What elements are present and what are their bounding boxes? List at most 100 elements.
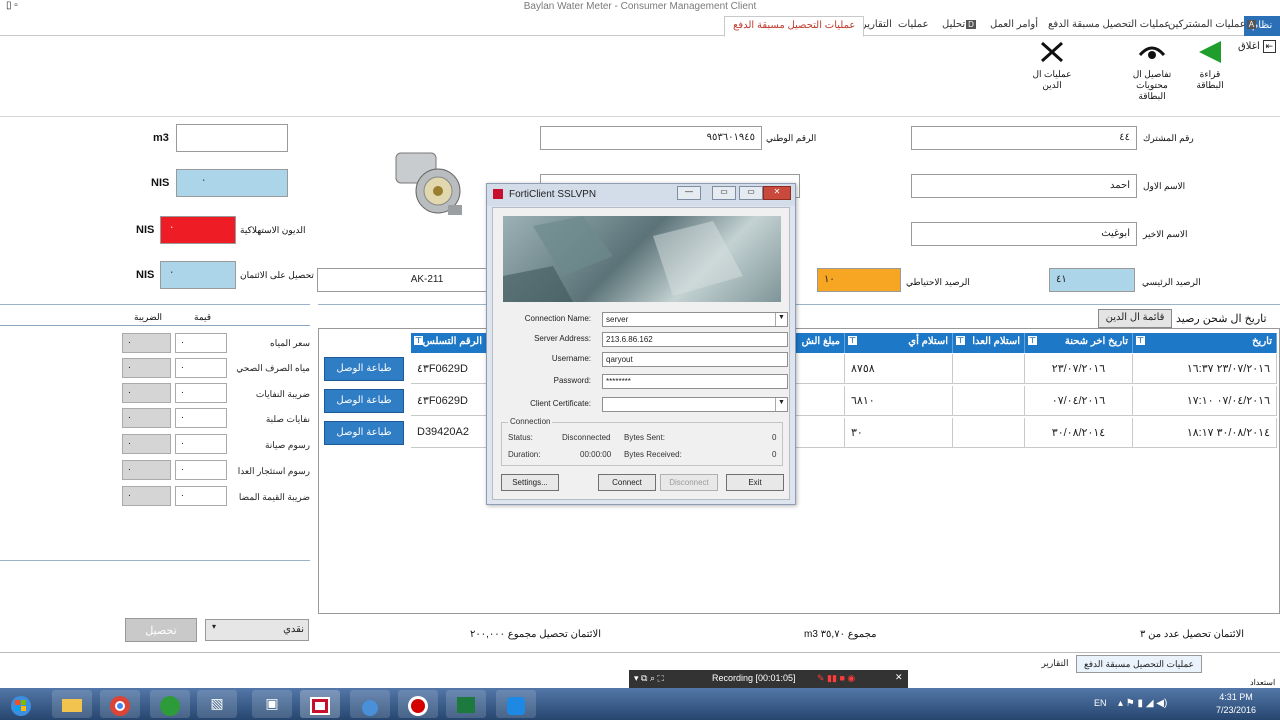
- column-header-serial[interactable]: ⊤ الرقم التسلس: [411, 333, 487, 353]
- tab-work-orders[interactable]: أوامر العمل: [990, 19, 1038, 30]
- disconnect-button[interactable]: Disconnect: [660, 474, 718, 491]
- tab-prepaid-collection-active[interactable]: عمليات التحصيل مسبقة الدفع: [724, 16, 865, 37]
- divider: [0, 652, 1280, 653]
- record-app-icon[interactable]: [398, 690, 438, 718]
- media-icon[interactable]: [150, 690, 190, 718]
- connection-name-select[interactable]: server ▼: [602, 312, 788, 327]
- payment-method-select[interactable]: ▾ نقدي: [205, 619, 309, 641]
- chevron-down-icon: ▾: [212, 622, 217, 631]
- nis-balance-field: ٠: [176, 169, 288, 197]
- print-receipt-button[interactable]: طباعة الوصل: [324, 389, 404, 413]
- close-icon[interactable]: ✕: [895, 672, 903, 683]
- server-address-input[interactable]: 213.6.86.162: [602, 332, 788, 347]
- print-receipt-button[interactable]: طباعة الوصل: [324, 421, 404, 445]
- language-indicator[interactable]: EN: [1094, 698, 1107, 708]
- filter-icon[interactable]: ⊤: [848, 336, 857, 345]
- subscriber-no-field[interactable]: ٤٤: [911, 126, 1137, 150]
- charge-value-maintenance[interactable]: ٠: [175, 434, 227, 454]
- cell-date: ٣٠/٠٨/٢٠١٤ ١٨:١٧: [1133, 418, 1277, 448]
- bottom-tab-reports[interactable]: التقارير: [1034, 655, 1076, 673]
- connect-button[interactable]: Connect: [598, 474, 656, 491]
- close-icon[interactable]: ✕: [763, 186, 791, 200]
- filter-icon[interactable]: ⊤: [1028, 336, 1037, 345]
- bottom-tab-prepaid[interactable]: عمليات التحصيل مسبقة الدفع: [1076, 655, 1202, 673]
- card-details-button[interactable]: تفاصيل ال محتويات البطاقة: [1122, 39, 1182, 102]
- settings-button[interactable]: Settings...: [501, 474, 559, 491]
- chevron-down-icon: ▼: [775, 313, 787, 326]
- minimize-button[interactable]: —: [677, 186, 701, 200]
- filter-icon[interactable]: ⊤: [414, 336, 423, 345]
- status-text: استعداد: [1250, 678, 1276, 687]
- duration-label: Duration:: [508, 450, 541, 459]
- start-button-icon[interactable]: [2, 690, 40, 718]
- first-name-field[interactable]: احمد: [911, 174, 1137, 198]
- consumption-debt-field: ٠: [160, 216, 236, 244]
- charges-header-value: قيمة: [194, 312, 212, 322]
- charge-label-maintenance: رسوم صيانة: [264, 440, 310, 450]
- excel-icon[interactable]: [446, 690, 486, 718]
- chrome-icon[interactable]: [100, 690, 140, 718]
- history-title: تاريخ ال شحن رصيد: [1176, 313, 1267, 325]
- tab-analysis[interactable]: تحليل D: [942, 19, 977, 30]
- filter-icon[interactable]: ⊤: [1136, 336, 1145, 345]
- clock-date[interactable]: 7/23/2016: [1212, 705, 1260, 715]
- debt-list-button[interactable]: قائمة ال الدين: [1098, 309, 1172, 328]
- charge-tax-water[interactable]: ٠: [122, 333, 171, 353]
- charge-value-meter-rent[interactable]: ٠: [175, 460, 227, 480]
- connection-name-value: server: [606, 315, 629, 324]
- unit-m3: m3: [153, 132, 169, 144]
- column-header-date[interactable]: ⊤ تاريخ: [1133, 333, 1277, 353]
- collect-button[interactable]: تحصيل: [125, 618, 197, 642]
- cell-amount: [789, 354, 845, 384]
- tab-subscriber-ops[interactable]: عمليات المشتركين A: [1168, 19, 1257, 30]
- charge-tax-sewage[interactable]: ٠: [122, 358, 171, 378]
- maximize-button[interactable]: ▭: [739, 186, 763, 200]
- app-icon[interactable]: ▧: [197, 690, 237, 718]
- charge-tax-maintenance[interactable]: ٠: [122, 434, 171, 454]
- charge-value-vat[interactable]: ٠: [175, 486, 227, 506]
- username-input[interactable]: qaryout: [602, 352, 788, 367]
- column-header-receipt[interactable]: ⊤ استلام أي: [845, 333, 953, 353]
- column-header-amount[interactable]: مبلغ الش: [789, 333, 845, 353]
- charge-tax-solid-waste[interactable]: ٠: [122, 408, 171, 428]
- charge-tax-waste-tax[interactable]: ٠: [122, 383, 171, 403]
- forticlient-taskbar-icon[interactable]: [300, 690, 340, 718]
- m3-field[interactable]: [176, 124, 288, 152]
- teamviewer-icon[interactable]: [496, 690, 536, 718]
- charge-value-waste-tax[interactable]: ٠: [175, 383, 227, 403]
- debt-ops-button[interactable]: عمليات ال الدين: [1024, 39, 1080, 91]
- exit-button[interactable]: Exit: [726, 474, 784, 491]
- file-explorer-icon[interactable]: [52, 690, 92, 718]
- column-header-meter-receipt[interactable]: ⊤ استلام العدا: [953, 333, 1025, 353]
- cell-meter-receipt: [953, 386, 1025, 416]
- password-input[interactable]: ********: [602, 374, 788, 389]
- tray-icons[interactable]: ▴ ⚑ ▮ ◢ ◀): [1118, 698, 1167, 709]
- national-id-field[interactable]: ٩٥٣٦٠١٩٤٥: [540, 126, 762, 150]
- charge-value-sewage[interactable]: ٠: [175, 358, 227, 378]
- charge-tax-meter-rent[interactable]: ٠: [122, 460, 171, 480]
- filter-icon[interactable]: ⊤: [956, 336, 965, 345]
- footer-count: الائتمان تحصيل عدد من ٣: [1140, 629, 1245, 640]
- water-drop-app-icon[interactable]: [350, 690, 390, 718]
- restore-button[interactable]: ▭: [712, 186, 736, 200]
- client-certificate-select[interactable]: ▼: [602, 397, 788, 412]
- last-name-field[interactable]: ابوغيث: [911, 222, 1137, 246]
- charge-value-water[interactable]: ٠: [175, 333, 227, 353]
- charge-label-meter-rent: رسوم استئجار العدا: [237, 466, 310, 476]
- clock-time[interactable]: 4:31 PM: [1216, 692, 1256, 702]
- charge-tax-vat[interactable]: ٠: [122, 486, 171, 506]
- cell-last-charge: ٢٣/٠٧/٢٠١٦: [1025, 354, 1133, 384]
- tab-prepaid-ops[interactable]: عمليات التحصيل مسبقة الدفع: [1048, 19, 1170, 30]
- recorder-tools-icon[interactable]: ▾ ⧉ ⌕ ⛶: [634, 673, 664, 684]
- network-app-icon[interactable]: ▣: [252, 690, 292, 718]
- window-title: Baylan Water Meter - Consumer Management…: [523, 1, 757, 12]
- tab-operations[interactable]: عمليات: [898, 19, 929, 30]
- column-header-last-charge[interactable]: ⊤ تاريخ اخر شحنة: [1025, 333, 1133, 353]
- read-card-button[interactable]: قراءة البطاقة: [1186, 39, 1234, 91]
- print-receipt-button[interactable]: طباعة الوصل: [324, 357, 404, 381]
- windows-taskbar: ▧ ▣ EN ▴ ⚑ ▮ ◢ ◀) 4:31 PM 7/23/2016: [0, 688, 1280, 720]
- close-button[interactable]: اغلاق ⇤: [1238, 40, 1277, 53]
- charge-value-solid-waste[interactable]: ٠: [175, 408, 227, 428]
- recorder-controls-icon[interactable]: ✎ ▮▮ ■ ◉: [817, 673, 855, 684]
- cell-date: ٠٧/٠٤/٢٠١٦ ١٧:١٠: [1133, 386, 1277, 416]
